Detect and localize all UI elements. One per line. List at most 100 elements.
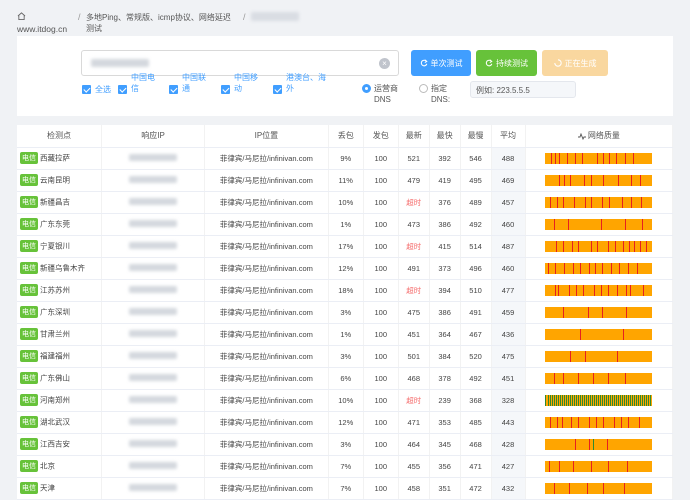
loss-segment — [570, 174, 572, 186]
breadcrumb-separator: / — [243, 12, 246, 22]
node-cell: 电信 河南郑州 — [17, 389, 102, 412]
generating-button[interactable]: 正在生成 — [542, 50, 608, 76]
dns-input[interactable]: 例如: 223.5.5.5 — [470, 81, 576, 98]
col-sent[interactable]: 发包 — [363, 125, 399, 148]
quality-cell — [525, 367, 673, 390]
loss-segment — [609, 152, 611, 164]
loss-segment — [557, 416, 559, 428]
col-ip: 响应IP — [101, 125, 206, 148]
node-cell: 电信 西藏拉萨 — [17, 147, 102, 170]
node-name: 新疆乌鲁木齐 — [40, 263, 85, 273]
node-cell: 电信 北京 — [17, 455, 102, 478]
quality-bar[interactable] — [545, 284, 653, 296]
ok-segment — [628, 394, 630, 406]
loss-segment — [563, 372, 565, 384]
isp-tag: 电信 — [20, 262, 38, 274]
isp-tag: 电信 — [20, 460, 38, 472]
continuous-test-button[interactable]: 持续测试 — [476, 50, 537, 76]
loss-cell: 3% — [328, 301, 364, 324]
loss-segment — [601, 284, 603, 296]
isp-tag: 电信 — [20, 350, 38, 362]
quality-bar[interactable] — [545, 394, 653, 406]
loss-segment — [607, 438, 609, 450]
quality-bar[interactable] — [545, 218, 653, 230]
col-slowest[interactable]: 最慢 — [460, 125, 492, 148]
ok-segment — [644, 394, 646, 406]
radio-operator-dns[interactable] — [362, 84, 371, 93]
ok-segment — [604, 394, 606, 406]
loss-segment — [643, 284, 645, 296]
quality-bar[interactable] — [545, 306, 653, 318]
slowest-cell: 510 — [460, 279, 492, 302]
latest-cell: 473 — [398, 213, 430, 236]
ok-segment — [568, 394, 570, 406]
sent-cell: 100 — [363, 213, 399, 236]
loss-cell: 10% — [328, 389, 364, 412]
loss-segment — [628, 416, 630, 428]
slowest-cell: 514 — [460, 235, 492, 258]
quality-bar[interactable] — [545, 372, 653, 384]
quality-bar[interactable] — [545, 416, 653, 428]
ok-segment — [572, 394, 574, 406]
col-latest[interactable]: 最新 — [398, 125, 430, 148]
quality-bar[interactable] — [545, 152, 653, 164]
site-link[interactable]: www.itdog.cn — [17, 24, 67, 34]
ok-segment — [606, 394, 608, 406]
loss-segment — [589, 438, 591, 450]
single-test-button[interactable]: 单次测试 — [411, 50, 471, 76]
loss-segment — [619, 262, 621, 274]
location-cell: 菲律宾/马尼拉/infinivan.com — [204, 367, 329, 390]
slowest-cell: 520 — [460, 345, 492, 368]
clear-icon[interactable]: × — [379, 58, 390, 69]
response-ip — [129, 307, 178, 315]
node-cell: 电信 江苏苏州 — [17, 279, 102, 302]
slowest-cell: 495 — [460, 169, 492, 192]
table-row: 电信 西藏拉萨 菲律宾/马尼拉/infinivan.com 9% 100 521 392 54… — [17, 147, 673, 170]
node-name: 福建福州 — [40, 351, 70, 361]
ok-segment — [636, 394, 638, 406]
quality-bar[interactable] — [545, 196, 653, 208]
ip-cell — [101, 191, 206, 214]
quality-bar[interactable] — [545, 240, 653, 252]
ok-segment — [566, 394, 568, 406]
loss-segment — [626, 306, 628, 318]
breadcrumb-tool-link[interactable]: 多地Ping、常规版、icmp协议、网络延迟测试 — [86, 12, 238, 34]
ok-segment — [634, 394, 636, 406]
avg-cell: 436 — [491, 323, 526, 346]
fastest-cell: 353 — [429, 411, 461, 434]
single-test-label: 单次测试 — [430, 58, 463, 68]
ip-cell — [101, 301, 206, 324]
isp-tag: 电信 — [20, 240, 38, 252]
col-loss[interactable]: 丢包 — [328, 125, 364, 148]
quality-bar[interactable] — [545, 460, 653, 472]
loss-segment — [573, 262, 575, 274]
loss-segment — [549, 460, 551, 472]
quality-bar[interactable] — [545, 328, 653, 340]
slowest-cell: 468 — [460, 433, 492, 456]
isp-tag: 电信 — [20, 328, 38, 340]
fastest-cell: 386 — [429, 213, 461, 236]
quality-bar[interactable] — [545, 262, 653, 274]
node-cell: 电信 天津 — [17, 477, 102, 500]
table-row: 电信 天津 菲律宾/马尼拉/infinivan.com 7% 100 458 351 472 4… — [17, 477, 673, 500]
quality-bar[interactable] — [545, 350, 653, 362]
response-ip — [129, 175, 178, 183]
location-cell: 菲律宾/马尼拉/infinivan.com — [204, 389, 329, 412]
loss-segment — [563, 196, 565, 208]
loss-segment — [603, 482, 605, 494]
slowest-cell: 489 — [460, 191, 492, 214]
continuous-test-label: 持续测试 — [496, 58, 528, 68]
quality-cell — [525, 389, 673, 412]
quality-bar[interactable] — [545, 438, 653, 450]
isp-label: 全选 — [95, 85, 111, 94]
radio-custom-dns[interactable] — [419, 84, 428, 93]
loss-segment — [631, 196, 633, 208]
checkbox-checked-icon — [273, 85, 282, 94]
table-row: 电信 湖北武汉 菲律宾/马尼拉/infinivan.com 12% 100 471 353 4… — [17, 411, 673, 434]
quality-bar[interactable] — [545, 482, 653, 494]
col-avg[interactable]: 平均 — [491, 125, 526, 148]
col-fastest[interactable]: 最快 — [429, 125, 461, 148]
quality-bar[interactable] — [545, 174, 653, 186]
loss-segment — [557, 196, 559, 208]
home-icon[interactable] — [17, 12, 26, 20]
